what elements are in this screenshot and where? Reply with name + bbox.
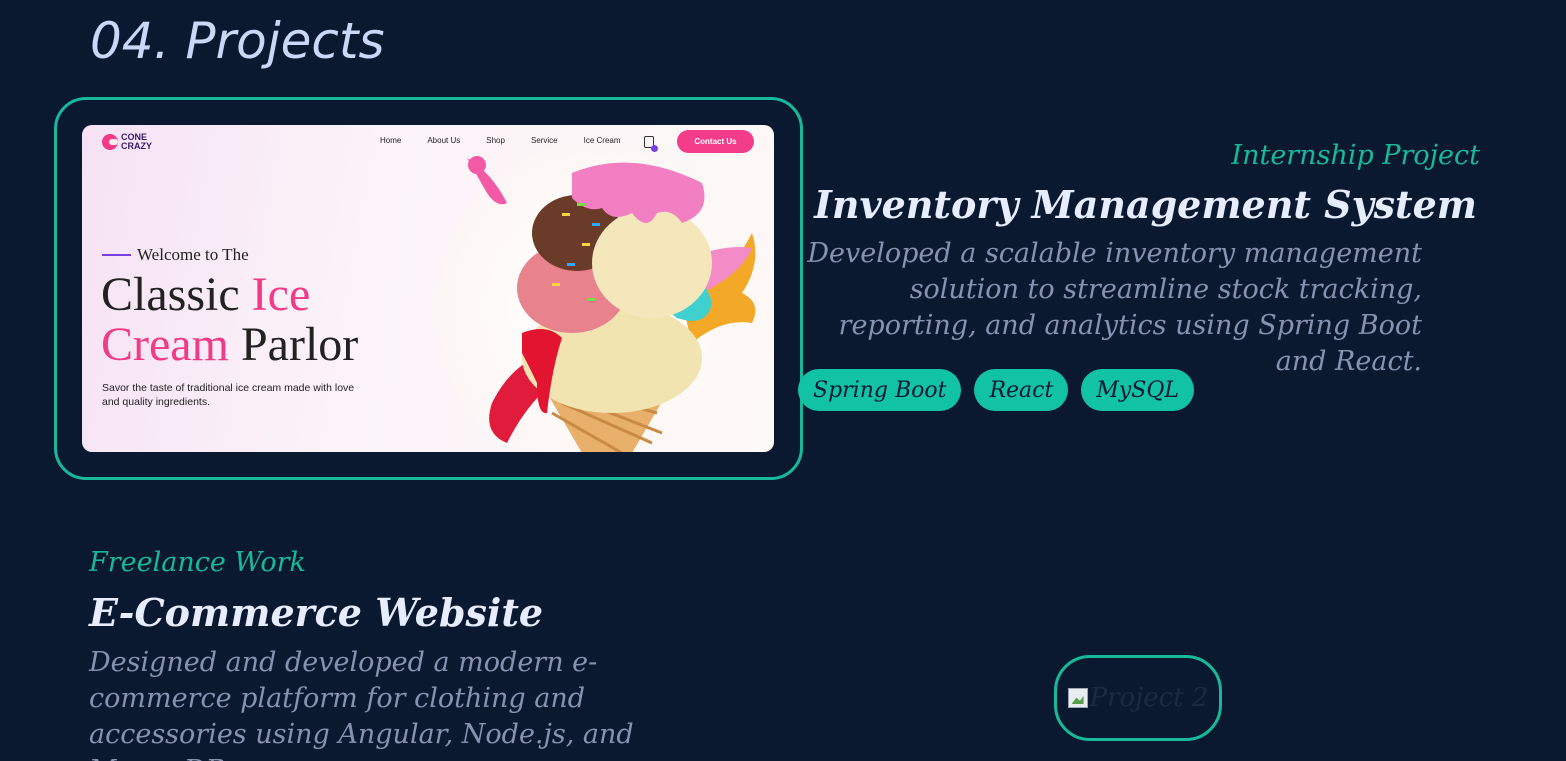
- tech-tag: MySQL: [1081, 369, 1194, 411]
- nav-ice-cream: Ice Cream: [583, 136, 621, 145]
- headline-ice: Ice: [251, 268, 311, 321]
- broken-image-icon: [1067, 688, 1088, 708]
- project-2-image-alt: Project 2: [1089, 683, 1209, 713]
- project-2-title[interactable]: E-Commerce Website: [89, 590, 543, 635]
- contact-us-button: Contact Us: [677, 130, 754, 153]
- project-1-overline: Internship Project: [1231, 140, 1480, 171]
- logo-text: CONE CRAZY: [121, 132, 152, 151]
- project-2-overline: Freelance Work: [89, 547, 306, 578]
- project-2-broken-image: Project 2: [1067, 683, 1209, 713]
- project-2-image-frame[interactable]: Project 2: [1054, 655, 1222, 741]
- site-nav: Home About Us Shop Service Ice Cream: [380, 136, 647, 145]
- logo-mark-icon: [102, 134, 118, 150]
- ice-cream-cone-illustration: [467, 156, 756, 452]
- project-1-screenshot[interactable]: CONE CRAZY Home About Us Shop Service Ic…: [82, 125, 774, 452]
- headline-cream: Cream: [101, 318, 229, 371]
- section-title: 04. Projects: [90, 12, 385, 70]
- nav-shop: Shop: [486, 136, 505, 145]
- nav-about: About Us: [427, 136, 461, 145]
- site-logo: CONE CRAZY: [102, 133, 161, 151]
- tech-tag: Spring Boot: [798, 369, 962, 411]
- project-1-title[interactable]: Inventory Management System: [814, 182, 1477, 227]
- nav-service: Service: [530, 136, 558, 145]
- headline-parlor: Parlor: [228, 318, 359, 371]
- welcome-divider: [102, 254, 131, 256]
- tech-tag: React: [974, 369, 1069, 411]
- welcome-text: Welcome to The: [137, 245, 249, 264]
- project-1-description: Developed a scalable inventory managemen…: [807, 238, 1422, 377]
- hero-subtitle: Savor the taste of traditional ice cream…: [102, 382, 355, 408]
- project-1-tech-list: Spring Boot React MySQL: [798, 369, 1194, 411]
- nav-home: Home: [380, 136, 402, 145]
- shopping-bag-icon: [644, 136, 658, 152]
- project-2-description: Designed and developed a modern e-commer…: [89, 647, 634, 761]
- hero-headline: Classic Ice Cream Parlor: [101, 270, 358, 370]
- headline-classic: Classic: [101, 268, 252, 321]
